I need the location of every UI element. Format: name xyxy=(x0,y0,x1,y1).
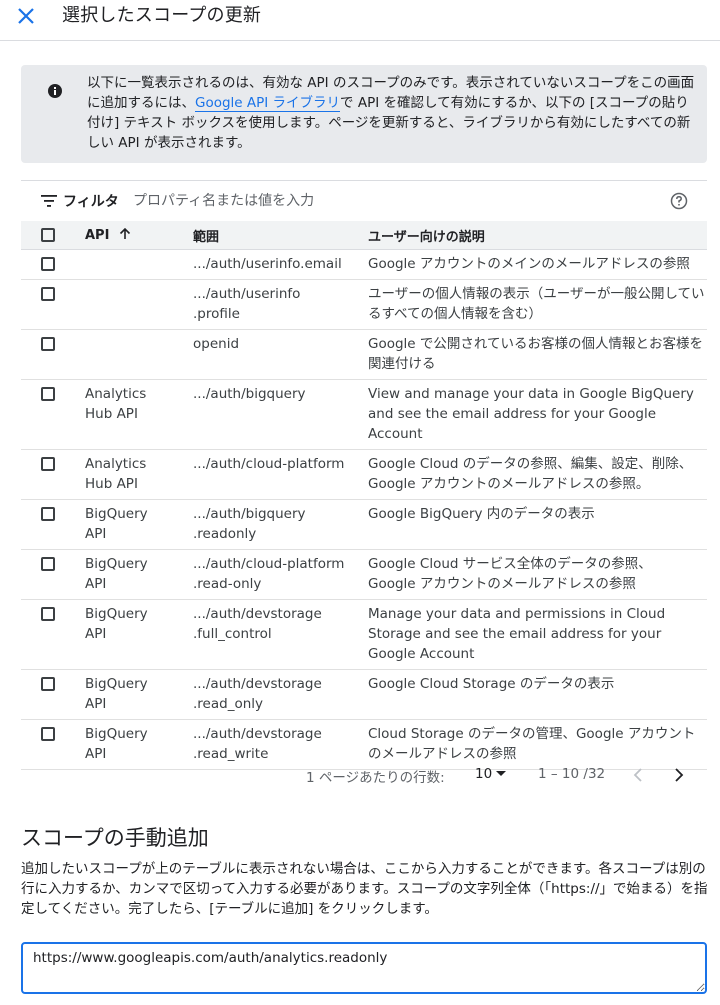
filter-input[interactable] xyxy=(131,188,645,214)
row-scope: .../auth/devstorage .read_only xyxy=(193,669,368,720)
scopes-table: API 範囲 ユーザー向けの説明 .../auth/userinfo.email… xyxy=(21,221,707,770)
row-checkbox[interactable] xyxy=(41,557,55,571)
row-api: Analytics Hub API xyxy=(85,379,193,450)
row-checkbox-cell xyxy=(21,549,85,600)
select-all-cell xyxy=(21,221,85,250)
row-scope: .../auth/userinfo.email xyxy=(193,249,368,280)
row-description: ユーザーの個人情報の表示（ユーザーが一般公開しているすべての個人情報を含む） xyxy=(368,279,707,330)
row-api: BigQuery API xyxy=(85,599,193,670)
filter-icon xyxy=(41,195,57,207)
row-checkbox-cell xyxy=(21,379,85,450)
scope-column-header: 範囲 xyxy=(193,221,368,250)
dialog-header: 選択したスコープの更新 xyxy=(0,0,720,41)
row-checkbox-cell xyxy=(21,279,85,330)
row-scope: openid xyxy=(193,329,368,380)
row-checkbox[interactable] xyxy=(41,457,55,471)
filter-bar: フィルタ xyxy=(21,180,707,221)
api-column-header[interactable]: API xyxy=(85,221,193,250)
row-api xyxy=(85,279,193,330)
table-row: BigQuery API .../auth/bigquery .readonly G… xyxy=(21,499,707,550)
row-scope: .../auth/cloud-platform .read-only xyxy=(193,549,368,600)
rows-per-page-label: 1 ページあたりの行数: xyxy=(306,770,445,786)
row-checkbox[interactable] xyxy=(41,257,55,271)
info-icon xyxy=(48,84,62,98)
row-description: Google Cloud Storage のデータの表示 xyxy=(368,669,707,720)
row-checkbox[interactable] xyxy=(41,337,55,351)
row-description: Google Cloud サービス全体のデータの参照、 Google アカウント… xyxy=(368,549,707,600)
api-library-link[interactable]: Google API ライブラリ xyxy=(195,95,341,112)
caret-down-icon xyxy=(496,771,507,776)
row-description: View and manage your data in Google BigQ… xyxy=(368,379,707,450)
info-text: 以下に一覧表示されるのは、有効な API のスコープのみです。表示されていないス… xyxy=(87,73,695,153)
row-checkbox[interactable] xyxy=(41,287,55,301)
rows-per-page-select[interactable]: 10 xyxy=(475,766,507,782)
row-api: BigQuery API xyxy=(85,669,193,720)
table-row: Analytics Hub API .../auth/cloud-platform… xyxy=(21,449,707,500)
table-row: BigQuery API .../auth/devstorage .full_co… xyxy=(21,599,707,670)
table-row: Analytics Hub API .../auth/bigquery View a… xyxy=(21,379,707,450)
table-row: .../auth/userinfo .profile ユーザーの個人情報の表示（ユ… xyxy=(21,279,707,330)
manual-scope-input[interactable] xyxy=(21,942,707,994)
row-checkbox-cell xyxy=(21,329,85,380)
row-scope: .../auth/userinfo .profile xyxy=(193,279,368,330)
row-api: Analytics Hub API xyxy=(85,449,193,500)
row-scope: .../auth/bigquery .readonly xyxy=(193,499,368,550)
filter-label: フィルタ xyxy=(63,194,119,210)
manual-add-title: スコープの手動追加 xyxy=(21,826,209,850)
help-icon[interactable] xyxy=(670,192,688,210)
row-api xyxy=(85,249,193,280)
row-checkbox-cell xyxy=(21,249,85,280)
select-all-checkbox[interactable] xyxy=(41,228,55,242)
page-range: 1 – 10 /32 xyxy=(538,766,606,782)
table-row: BigQuery API .../auth/cloud-platform .rea… xyxy=(21,549,707,600)
row-description: Manage your data and permissions in Clou… xyxy=(368,599,707,670)
row-checkbox[interactable] xyxy=(41,727,55,741)
row-checkbox-cell xyxy=(21,499,85,550)
row-description: Google で公開されているお客様の個人情報とお客様を関連付ける xyxy=(368,329,707,380)
chevron-left-icon[interactable] xyxy=(630,766,646,784)
pagination: 1 ページあたりの行数: 10 1 – 10 /32 xyxy=(21,760,707,792)
chevron-right-icon[interactable] xyxy=(671,766,687,784)
row-checkbox[interactable] xyxy=(41,507,55,521)
row-api: BigQuery API xyxy=(85,549,193,600)
row-api: BigQuery API xyxy=(85,499,193,550)
row-api xyxy=(85,329,193,380)
table-row: openid Google で公開されているお客様の個人情報とお客様を関連付ける xyxy=(21,329,707,380)
dialog-title: 選択したスコープの更新 xyxy=(62,5,262,26)
arrow-up-icon xyxy=(120,227,131,239)
row-description: Google Cloud のデータの参照、編集、設定、削除、Google アカウ… xyxy=(368,449,707,500)
row-description: Google BigQuery 内のデータの表示 xyxy=(368,499,707,550)
row-scope: .../auth/bigquery xyxy=(193,379,368,450)
api-header-label: API xyxy=(85,227,110,243)
row-scope: .../auth/cloud-platform xyxy=(193,449,368,500)
close-icon[interactable] xyxy=(14,4,38,28)
manual-add-description: 追加したいスコープが上のテーブルに表示されない場合は、ここから入力することができ… xyxy=(21,861,708,917)
row-checkbox[interactable] xyxy=(41,387,55,401)
row-description: Google アカウントのメインのメールアドレスの参照 xyxy=(368,249,707,280)
rows-per-page-value: 10 xyxy=(475,766,493,782)
row-checkbox[interactable] xyxy=(41,677,55,691)
row-checkbox-cell xyxy=(21,669,85,720)
table-row: BigQuery API .../auth/devstorage .read_on… xyxy=(21,669,707,720)
table-row: .../auth/userinfo.email Google アカウントのメインの… xyxy=(21,249,707,280)
row-checkbox-cell xyxy=(21,449,85,500)
row-scope: .../auth/devstorage .full_control xyxy=(193,599,368,670)
row-checkbox[interactable] xyxy=(41,607,55,621)
info-banner: 以下に一覧表示されるのは、有効な API のスコープのみです。表示されていないス… xyxy=(21,65,707,163)
table-header-row: API 範囲 ユーザー向けの説明 xyxy=(21,221,707,250)
row-checkbox-cell xyxy=(21,599,85,670)
desc-column-header: ユーザー向けの説明 xyxy=(368,221,707,250)
